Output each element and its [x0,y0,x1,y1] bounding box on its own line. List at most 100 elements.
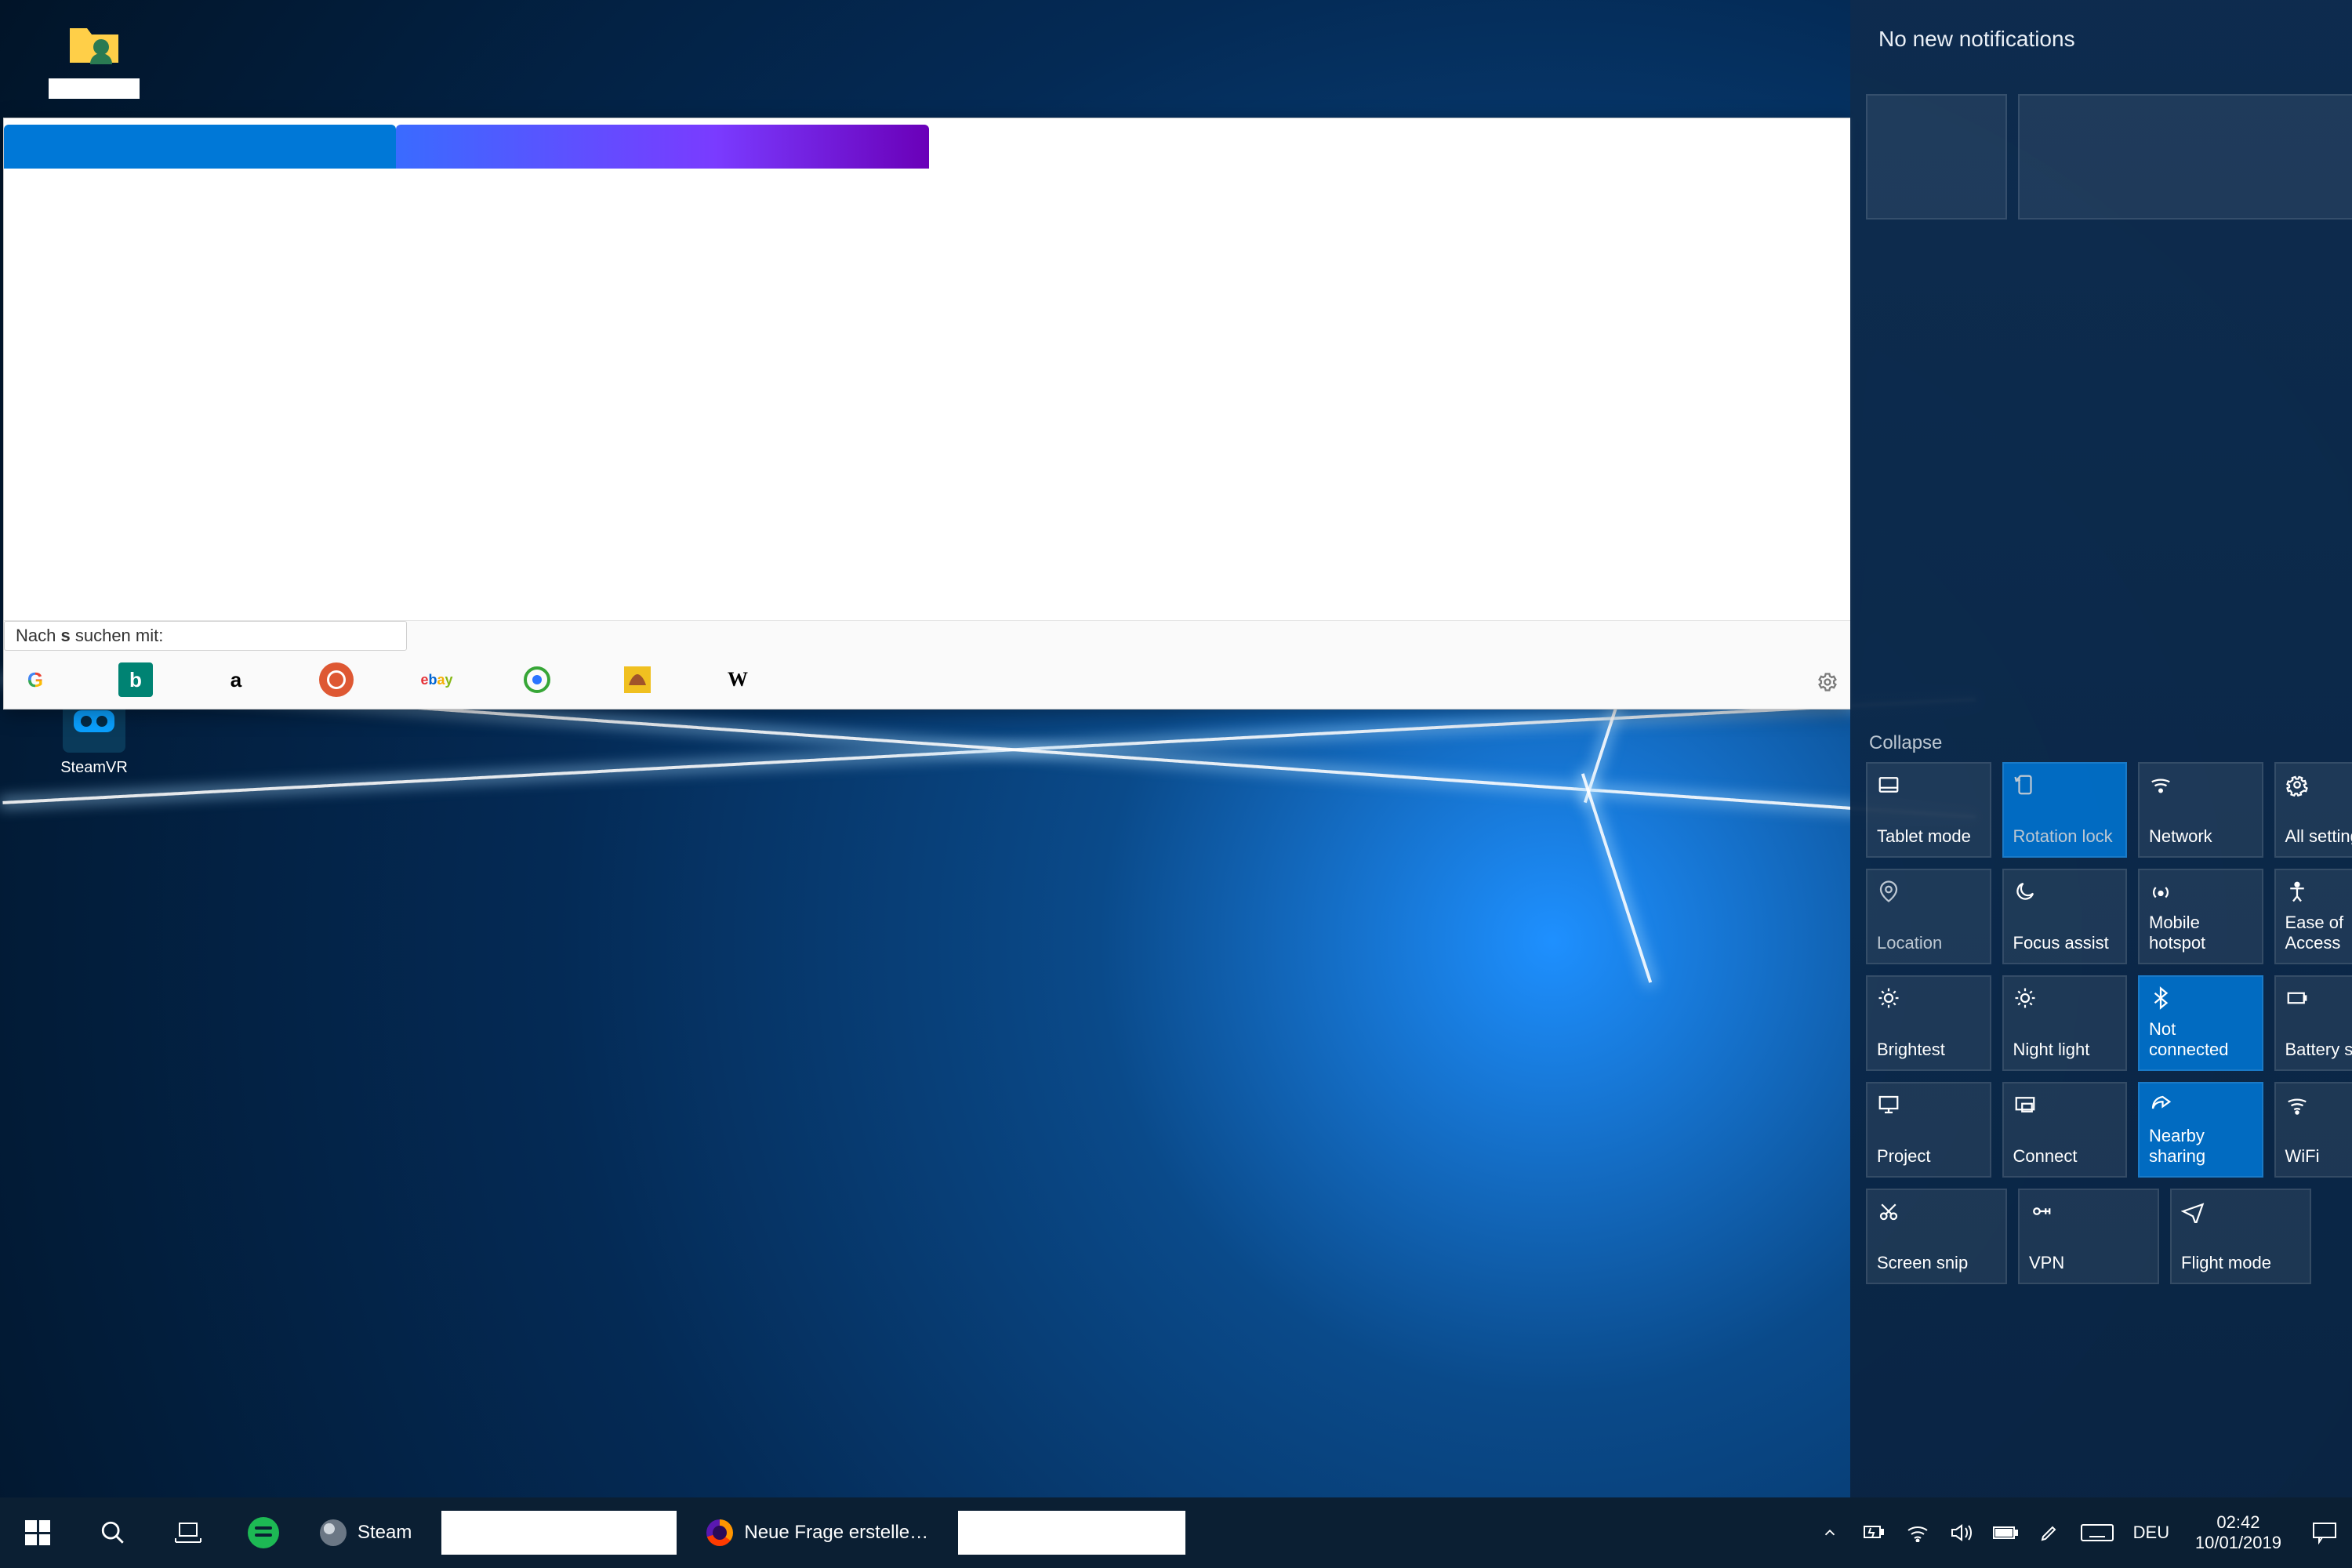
quick-action-label: Ease of Access [2285,913,2352,953]
browser-tab[interactable] [4,125,396,169]
search-with-label: Nach s suchen mit: [4,621,407,651]
quick-action-battery-saver[interactable]: Battery saver [2274,975,2352,1071]
search-button[interactable] [75,1497,151,1568]
quick-action-flight-mode[interactable]: Flight mode [2170,1189,2311,1284]
browser-tab[interactable] [396,125,929,169]
tray-keyboard-icon[interactable] [2071,1497,2123,1568]
ease-icon [2285,880,2352,905]
tray-date: 10/01/2019 [2195,1533,2281,1553]
quick-action-label: Battery saver [2285,1040,2352,1060]
tab-strip [4,118,1851,169]
quick-action-label: Project [1877,1146,1980,1167]
tray-overflow-button[interactable] [1808,1497,1852,1568]
quick-action-label: Screen snip [1877,1253,1996,1273]
tray-action-center-button[interactable] [2297,1497,2352,1568]
quick-action-label: Nearby sharing [2149,1126,2252,1167]
folder-icon [63,11,125,74]
desktop-icon-user-folder[interactable] [39,11,149,103]
plane-icon [2181,1200,2300,1225]
quick-action-screen-snip[interactable]: Screen snip [1866,1189,2007,1284]
quick-action-label: Tablet mode [1877,826,1980,847]
tray-language[interactable]: DEU [2123,1497,2180,1568]
tray-wifi-icon[interactable] [1896,1497,1940,1568]
taskbar-redacted [958,1511,1185,1555]
quick-action-mobile-hotspot[interactable]: Mobile hotspot [2138,869,2263,964]
quick-action-brightest[interactable]: Brightest [1866,975,1991,1071]
quick-action-ease-of-access[interactable]: Ease of Access [2274,869,2352,964]
notification-card[interactable] [2018,94,2352,220]
tray-volume-icon[interactable] [1940,1497,1984,1568]
quick-action-nearby-sharing[interactable]: Nearby sharing [2138,1082,2263,1178]
quick-action-night-light[interactable]: Night light [2002,975,2128,1071]
quick-action-not-connected[interactable]: Not connected [2138,975,2263,1071]
tray-time: 02:42 [2195,1512,2281,1533]
engine-wikipedia[interactable]: W [720,662,755,697]
project-icon [1877,1093,1980,1118]
wifi-icon [2285,1093,2352,1118]
taskbar-app-spotify[interactable] [226,1497,301,1568]
network-icon [2149,773,2252,798]
taskbar[interactable]: Steam Neue Frage erstelle… DEU 02:42 10/… [0,1497,2352,1568]
collapse-quick-actions[interactable]: Collapse [1869,732,2352,754]
battery-icon [2285,986,2352,1011]
quick-action-wifi[interactable]: WiFi [2274,1082,2352,1178]
quick-action-label: Focus assist [2013,933,2117,953]
connect-icon [2013,1093,2117,1118]
browser-window[interactable]: Nach s suchen mit: G b a ebay W [3,118,1852,710]
tray-battery-icon[interactable] [1984,1497,2027,1568]
engine-ecosia[interactable] [520,662,554,697]
location-icon [1877,880,1980,905]
quick-action-vpn[interactable]: VPN [2018,1189,2159,1284]
quick-action-focus-assist[interactable]: Focus assist [2002,869,2128,964]
quick-action-project[interactable]: Project [1866,1082,1991,1178]
task-view-button[interactable] [151,1497,226,1568]
quick-action-label: Location [1877,933,1980,953]
engine-leo[interactable] [620,662,655,697]
action-center-header: No new notifications [1850,0,2352,78]
tray-clock[interactable]: 02:42 10/01/2019 [2180,1512,2297,1553]
spotify-icon [248,1517,279,1548]
share-icon [2149,1093,2252,1118]
quick-action-location[interactable]: Location [1866,869,1991,964]
hotspot-icon [2149,880,2252,905]
quick-action-label: Flight mode [2181,1253,2300,1273]
quick-action-network[interactable]: Network [2138,762,2263,858]
steam-icon [320,1519,347,1546]
start-button[interactable] [0,1497,75,1568]
quick-action-rotation-lock[interactable]: Rotation lock [2002,762,2128,858]
rotation-icon [2013,773,2117,798]
gear-icon [2285,773,2352,798]
wallpaper-light [1581,773,1652,983]
search-settings-icon[interactable] [1817,671,1838,693]
taskbar-app-label: Neue Frage erstelle… [744,1522,928,1544]
engine-duckduckgo[interactable] [319,662,354,697]
quick-actions: Tablet mode Rotation lock Network All setti… [1866,762,2352,1284]
desktop[interactable]: SteamVR Nach s suchen mit: G b a ebay W [0,0,2352,1568]
taskbar-app-firefox[interactable]: Neue Frage erstelle… [688,1497,947,1568]
quick-action-all-settings[interactable]: All settings [2274,762,2352,858]
engine-bing[interactable]: b [118,662,153,697]
search-engine-row: G b a ebay W [4,651,1851,709]
sun-icon [1877,986,1980,1011]
engine-google[interactable]: G [18,662,53,697]
quick-action-label: Rotation lock [2013,826,2117,847]
engine-ebay[interactable]: ebay [419,662,454,697]
moon-icon [2013,880,2117,905]
taskbar-app-label: Steam [358,1522,412,1544]
tray-power-icon[interactable] [1852,1497,1896,1568]
quick-action-connect[interactable]: Connect [2002,1082,2128,1178]
firefox-icon [706,1519,733,1546]
notification-card[interactable] [1866,94,2007,220]
engine-amazon[interactable]: a [219,662,253,697]
tablet-icon [1877,773,1980,798]
quick-action-label: Network [2149,826,2252,847]
quick-action-label: WiFi [2285,1146,2352,1167]
quick-action-tablet-mode[interactable]: Tablet mode [1866,762,1991,858]
taskbar-app-steam[interactable]: Steam [301,1497,430,1568]
quick-action-label: Brightest [1877,1040,1980,1060]
action-center[interactable]: No new notifications Collapse Tablet mod… [1850,0,2352,1497]
vpn-icon [2029,1200,2148,1225]
tray-pen-icon[interactable] [2027,1497,2071,1568]
browser-content [4,169,1851,621]
taskbar-redacted [441,1511,677,1555]
